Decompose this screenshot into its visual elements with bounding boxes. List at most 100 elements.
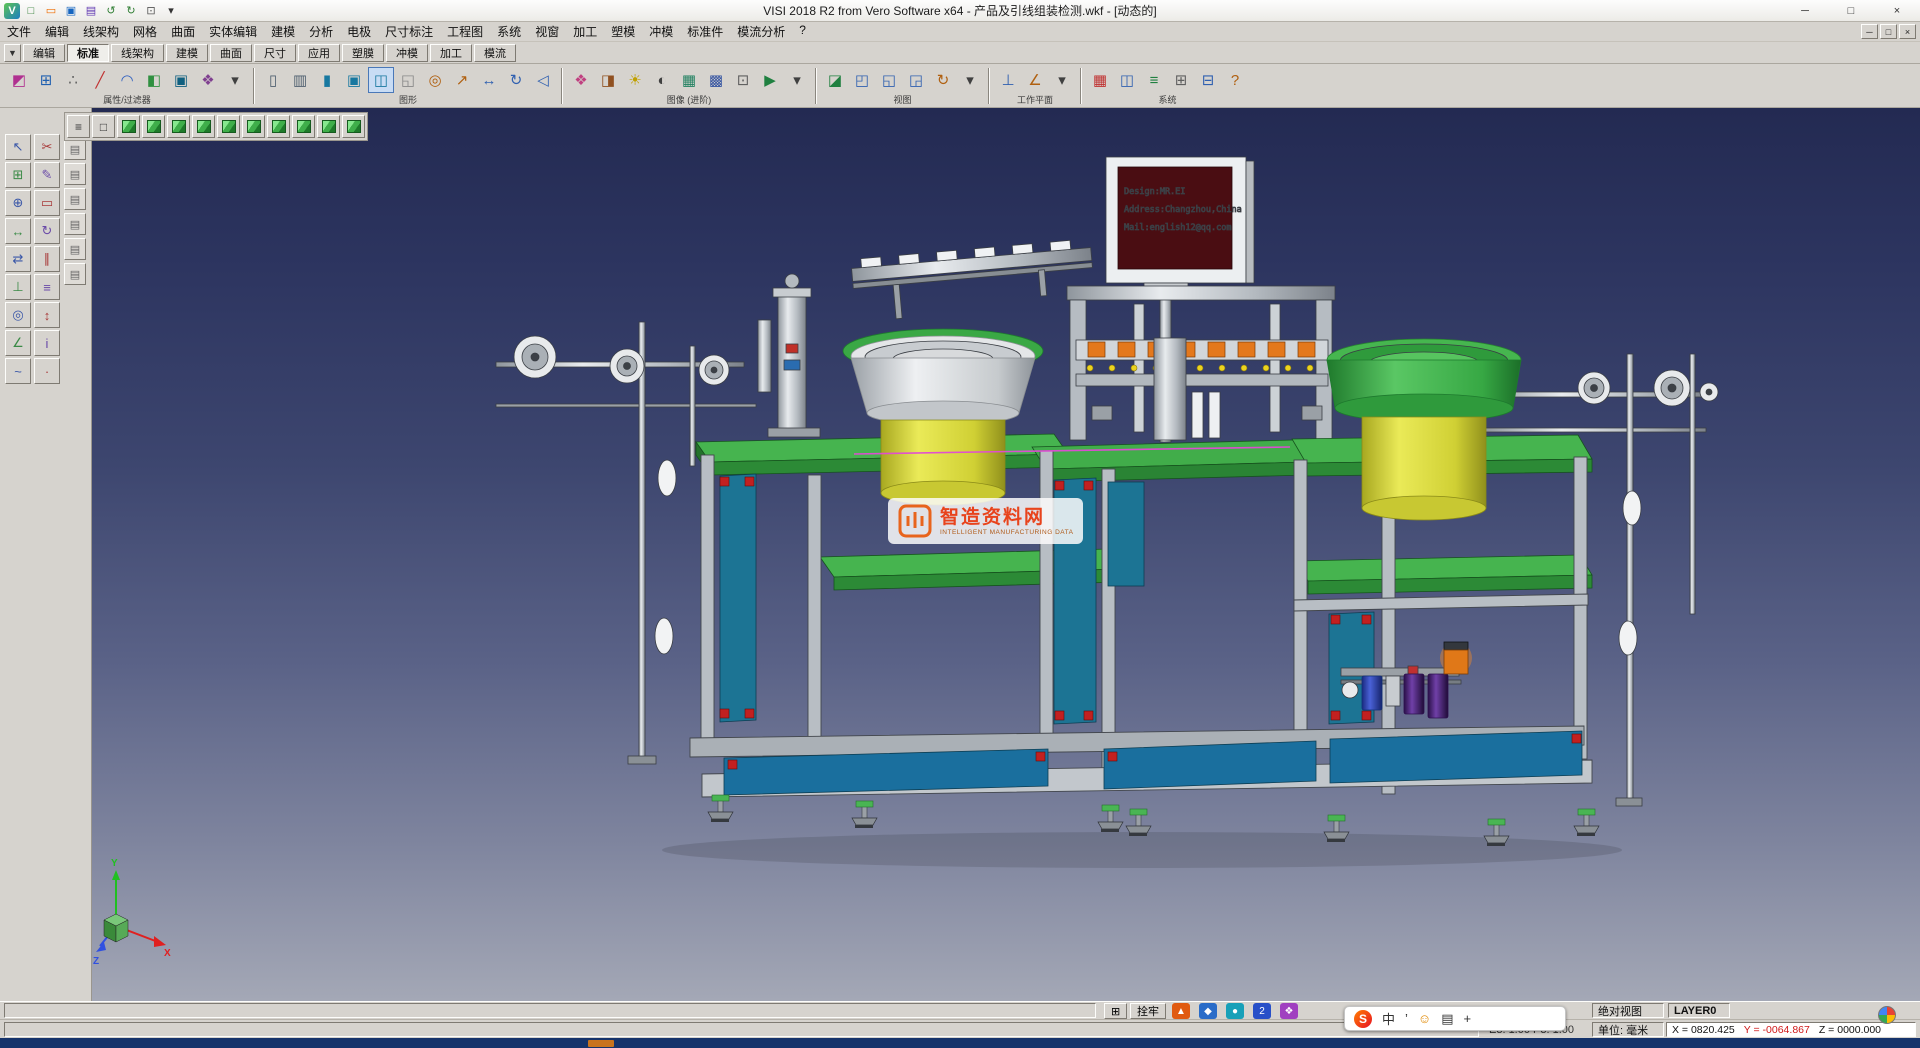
trim-icon[interactable]: ✂ xyxy=(34,134,60,160)
hidden-line-icon[interactable]: ▥ xyxy=(287,67,313,93)
previous-view-icon[interactable]: ◁ xyxy=(530,67,556,93)
view-front-icon[interactable]: ◱ xyxy=(876,67,902,93)
tab-1[interactable]: 编辑 xyxy=(23,44,65,62)
ime-mode-chinese[interactable]: 中 xyxy=(1382,1009,1395,1028)
doc-minimize-button[interactable]: ─ xyxy=(1861,24,1878,39)
pan-view-icon[interactable]: ↔ xyxy=(476,67,502,93)
system-monitor-icon[interactable]: ◫ xyxy=(1114,67,1140,93)
view-options-icon[interactable]: ▾ xyxy=(957,67,983,93)
filter-lines-icon[interactable]: ╱ xyxy=(87,67,113,93)
clip-tool-5[interactable]: ▤ xyxy=(64,238,86,260)
angle-icon[interactable]: ∠ xyxy=(5,330,31,356)
view-cube-right[interactable] xyxy=(167,115,190,138)
menu-item-19[interactable]: ? xyxy=(792,21,813,42)
snap-icon[interactable]: ⊕ xyxy=(5,190,31,216)
clip-tool-3[interactable]: ▤ xyxy=(64,188,86,210)
globe-tray-icon[interactable]: ● xyxy=(1226,1003,1244,1019)
materials-icon[interactable]: ◨ xyxy=(595,67,621,93)
system-help-icon[interactable]: ? xyxy=(1222,67,1248,93)
info-icon[interactable]: i xyxy=(34,330,60,356)
menu-item-3[interactable]: 线架构 xyxy=(76,21,126,42)
system-database-icon[interactable]: ⊟ xyxy=(1195,67,1221,93)
animation-icon[interactable]: ▶ xyxy=(757,67,783,93)
view-cube-left[interactable] xyxy=(192,115,215,138)
offset-icon[interactable]: ∥ xyxy=(34,246,60,272)
ime-punct-icon[interactable]: ’ xyxy=(1405,1011,1408,1026)
taskbar-app-button[interactable] xyxy=(588,1040,614,1047)
rotate-tool-icon[interactable]: ↻ xyxy=(34,218,60,244)
shaded-edges-icon[interactable]: ▣ xyxy=(341,67,367,93)
shadow-icon[interactable]: ◐ xyxy=(649,67,675,93)
doc-close-button[interactable]: × xyxy=(1899,24,1916,39)
view-cube-top[interactable] xyxy=(117,115,140,138)
menu-item-13[interactable]: 视窗 xyxy=(528,21,566,42)
menu-item-6[interactable]: 实体编辑 xyxy=(202,21,264,42)
tab-dropdown-button[interactable]: ▼ xyxy=(4,44,21,62)
curve-icon[interactable]: ~ xyxy=(5,358,31,384)
menu-item-16[interactable]: 冲模 xyxy=(642,21,680,42)
tab-9[interactable]: 冲模 xyxy=(386,44,428,62)
zoom-window-icon[interactable]: ◎ xyxy=(422,67,448,93)
texture-icon[interactable]: ▦ xyxy=(676,67,702,93)
menu-item-4[interactable]: 网格 xyxy=(126,21,164,42)
grid-icon[interactable]: ⊞ xyxy=(5,162,31,188)
select-icon[interactable]: ↖ xyxy=(5,134,31,160)
attributes-icon[interactable]: ◩ xyxy=(6,67,32,93)
background-icon[interactable]: ▩ xyxy=(703,67,729,93)
undo-icon[interactable]: ↺ xyxy=(102,2,120,19)
zoom-extents-icon[interactable]: ↗ xyxy=(449,67,475,93)
view-rotate-icon[interactable]: ↻ xyxy=(930,67,956,93)
clip-tool-1[interactable]: ▤ xyxy=(64,138,86,160)
clip-tool-4[interactable]: ▤ xyxy=(64,213,86,235)
filter-surfaces-icon[interactable]: ◧ xyxy=(141,67,167,93)
ime-keyboard-icon[interactable]: ▤ xyxy=(1441,1011,1453,1027)
maximize-button[interactable]: □ xyxy=(1828,0,1874,22)
erase-icon[interactable]: ▭ xyxy=(34,190,60,216)
fire-tray-icon[interactable]: ▲ xyxy=(1172,1003,1190,1019)
ime-emoji-icon[interactable]: ☺ xyxy=(1418,1011,1431,1026)
render-mode-button[interactable]: □ xyxy=(92,115,115,138)
snap-grid-toggle[interactable]: ⊞ xyxy=(1104,1003,1127,1019)
menu-item-2[interactable]: 编辑 xyxy=(38,21,76,42)
minimize-button[interactable]: ─ xyxy=(1782,0,1828,22)
view-cube-bottom[interactable] xyxy=(242,115,265,138)
tab-7[interactable]: 应用 xyxy=(298,44,340,62)
clip-tool-2[interactable]: ▤ xyxy=(64,163,86,185)
copy-attributes-icon[interactable]: ⊞ xyxy=(33,67,59,93)
shield-tray-icon[interactable]: ◆ xyxy=(1199,1003,1217,1019)
view-cube-iso-ne[interactable] xyxy=(267,115,290,138)
menu-item-17[interactable]: 标准件 xyxy=(680,21,730,42)
badge-2-tray-icon[interactable]: 2 xyxy=(1253,1003,1271,1019)
new-file-icon[interactable]: □ xyxy=(22,2,40,19)
workplane-align-icon[interactable]: ∠ xyxy=(1022,67,1048,93)
filter-points-icon[interactable]: ∴ xyxy=(60,67,86,93)
tab-6[interactable]: 尺寸 xyxy=(254,44,296,62)
transparency-icon[interactable]: ◱ xyxy=(395,67,421,93)
capture-icon[interactable]: ⊡ xyxy=(142,2,160,19)
render-icon[interactable]: ❖ xyxy=(568,67,594,93)
ime-toolbox-icon[interactable]: + xyxy=(1463,1011,1471,1026)
tab-3[interactable]: 线架构 xyxy=(111,44,164,62)
perpendicular-icon[interactable]: ⊥ xyxy=(5,274,31,300)
system-settings-icon[interactable]: ⊞ xyxy=(1168,67,1194,93)
list-icon[interactable]: ≡ xyxy=(34,274,60,300)
system-colors-icon[interactable]: ▦ xyxy=(1087,67,1113,93)
palette-tray-icon[interactable]: ❖ xyxy=(1280,1003,1298,1019)
pan-tool-icon[interactable]: ↕ xyxy=(34,302,60,328)
menu-item-1[interactable]: 文件 xyxy=(0,21,38,42)
view-cube-back[interactable] xyxy=(217,115,240,138)
move-icon[interactable]: ↔ xyxy=(5,218,31,244)
zoom-tool-icon[interactable]: ◎ xyxy=(5,302,31,328)
sketch-icon[interactable]: ✎ xyxy=(34,162,60,188)
save-file-icon[interactable]: ▣ xyxy=(62,2,80,19)
menu-item-8[interactable]: 分析 xyxy=(302,21,340,42)
workplane-icon[interactable]: ⊥ xyxy=(995,67,1021,93)
workplane-list-icon[interactable]: ▾ xyxy=(1049,67,1075,93)
filter-solids-icon[interactable]: ▣ xyxy=(168,67,194,93)
lock-toggle-button[interactable]: 拴牢 xyxy=(1130,1003,1166,1019)
menu-item-12[interactable]: 系统 xyxy=(490,21,528,42)
view-cube-iso-sw[interactable] xyxy=(342,115,365,138)
mirror-icon[interactable]: ⇄ xyxy=(5,246,31,272)
point-icon[interactable]: · xyxy=(34,358,60,384)
wireframe-icon[interactable]: ▯ xyxy=(260,67,286,93)
